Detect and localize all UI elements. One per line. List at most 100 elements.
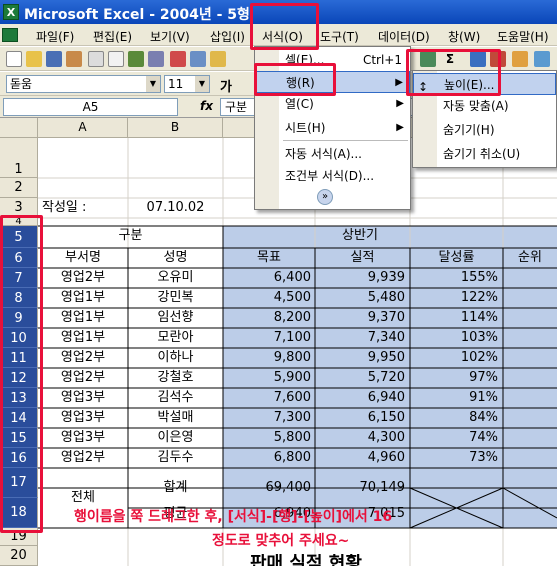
paste-icon[interactable] — [210, 51, 226, 67]
cell-dept[interactable]: 영업3부 — [38, 388, 128, 408]
cell-name[interactable]: 임선향 — [128, 308, 223, 328]
cell-name[interactable]: 강철호 — [128, 368, 223, 388]
spelling-icon[interactable] — [128, 51, 144, 67]
cell-actual[interactable]: 4,300 — [315, 428, 405, 448]
cell-actual[interactable]: 5,480 — [315, 288, 405, 308]
cell-dept[interactable]: 영업1부 — [38, 308, 128, 328]
cell-target[interactable]: 5,800 — [223, 428, 311, 448]
permission-icon[interactable] — [66, 51, 82, 67]
header-rank[interactable]: 순위 — [503, 248, 557, 268]
menu-excel-icon[interactable] — [2, 28, 18, 42]
menu-item-conditional[interactable]: 조건부 서식(D)... — [255, 165, 410, 187]
header-rate[interactable]: 달성률 — [410, 248, 503, 268]
copy-icon[interactable] — [190, 51, 206, 67]
header-actual[interactable]: 실적 — [315, 248, 410, 268]
cell-dept[interactable]: 영업2부 — [38, 368, 128, 388]
menu-window[interactable]: 창(W) — [448, 28, 480, 45]
menu-item-column[interactable]: 열(C) ▶ — [255, 93, 410, 115]
save-icon[interactable] — [46, 51, 62, 67]
name-box[interactable]: A5 — [3, 98, 178, 116]
cell-actual[interactable]: 9,370 — [315, 308, 405, 328]
menu-data[interactable]: 데이터(D) — [378, 28, 430, 45]
cell-actual[interactable]: 4,960 — [315, 448, 405, 468]
new-icon[interactable] — [6, 51, 22, 67]
cell-target[interactable]: 9,800 — [223, 348, 311, 368]
cell-c5-merged[interactable]: 상반기 — [223, 226, 557, 246]
font-name-combo[interactable]: 돋움 ▼ — [6, 75, 161, 93]
cell-target[interactable]: 5,900 — [223, 368, 311, 388]
cell-dept[interactable]: 영업1부 — [38, 288, 128, 308]
cell-target[interactable]: 4,500 — [223, 288, 311, 308]
menu-tools[interactable]: 도구(T) — [320, 28, 359, 45]
cell-row20-title[interactable]: 판매 실적 현황 — [250, 554, 470, 566]
cell-rate[interactable]: 84% — [410, 408, 498, 428]
menu-file[interactable]: 파일(F) — [36, 28, 74, 45]
open-icon[interactable] — [26, 51, 42, 67]
menu-edit[interactable]: 편집(E) — [93, 28, 132, 45]
menu-item-sheet[interactable]: 시트(H) ▶ — [255, 117, 410, 139]
cell-b3[interactable]: 07.10.02 — [128, 198, 223, 218]
cell-rate[interactable]: 122% — [410, 288, 498, 308]
menu-item-autoformat[interactable]: 자동 서식(A)... — [255, 143, 410, 165]
cell-actual[interactable]: 6,150 — [315, 408, 405, 428]
cell-dept[interactable]: 영업1부 — [38, 328, 128, 348]
menu-help[interactable]: 도움말(H) — [497, 28, 549, 45]
fx-icon[interactable]: fx — [200, 99, 213, 113]
cell-sum-label[interactable]: 합계 — [128, 478, 223, 498]
cell-name[interactable]: 박설매 — [128, 408, 223, 428]
menu-insert[interactable]: 삽입(I) — [210, 28, 245, 45]
cut-icon[interactable] — [170, 51, 186, 67]
row-header-1[interactable]: 1 — [0, 138, 38, 178]
cell-dept[interactable]: 영업3부 — [38, 408, 128, 428]
cell-name[interactable]: 김석수 — [128, 388, 223, 408]
cell-sum-target[interactable]: 69,400 — [223, 478, 312, 498]
cell-dept[interactable]: 영업3부 — [38, 428, 128, 448]
cell-target[interactable]: 8,200 — [223, 308, 311, 328]
cell-target[interactable]: 6,800 — [223, 448, 311, 468]
drawing-icon[interactable] — [534, 51, 550, 67]
cell-rate[interactable]: 91% — [410, 388, 498, 408]
cell-target[interactable]: 7,100 — [223, 328, 311, 348]
cell-target[interactable]: 7,600 — [223, 388, 311, 408]
font-size-combo[interactable]: 11 ▼ — [164, 75, 210, 93]
cell-target[interactable]: 7,300 — [223, 408, 311, 428]
chevron-down-icon[interactable]: ▼ — [195, 76, 209, 92]
chevron-down-icon[interactable]: ▼ — [146, 76, 160, 92]
cell-name[interactable]: 강민복 — [128, 288, 223, 308]
cell-name[interactable]: 모란아 — [128, 328, 223, 348]
submenu-item-autofit[interactable]: 자동 맞춤(A) — [413, 95, 556, 117]
cell-actual[interactable]: 9,939 — [315, 268, 405, 288]
cell-a3[interactable]: 작성일 : — [42, 198, 128, 218]
cell-rate[interactable]: 97% — [410, 368, 498, 388]
cell-actual[interactable]: 6,940 — [315, 388, 405, 408]
chart-wizard-icon[interactable] — [512, 51, 528, 67]
row-header-2[interactable]: 2 — [0, 178, 38, 198]
print-icon[interactable] — [88, 51, 104, 67]
submenu-item-unhide[interactable]: 숨기기 취소(U) — [413, 143, 556, 165]
cell-actual[interactable]: 7,340 — [315, 328, 405, 348]
cell-dept[interactable]: 영업2부 — [38, 448, 128, 468]
header-name[interactable]: 성명 — [128, 248, 223, 268]
cell-rate[interactable]: 73% — [410, 448, 498, 468]
cell-rate[interactable]: 155% — [410, 268, 498, 288]
cell-name[interactable]: 이은영 — [128, 428, 223, 448]
cell-name[interactable]: 김두수 — [128, 448, 223, 468]
cell-name[interactable]: 오유미 — [128, 268, 223, 288]
submenu-item-hide[interactable]: 숨기기(H) — [413, 119, 556, 141]
cell-dept[interactable]: 영업2부 — [38, 268, 128, 288]
row-header-20[interactable]: 20 — [0, 546, 38, 566]
cell-actual[interactable]: 9,950 — [315, 348, 405, 368]
expand-menu-icon[interactable]: » — [317, 189, 333, 205]
cell-a5-merged[interactable]: 구분 — [38, 226, 223, 246]
menu-view[interactable]: 보기(V) — [150, 28, 190, 45]
bold-button[interactable]: 가 — [220, 76, 232, 95]
cell-rate[interactable]: 114% — [410, 308, 498, 328]
cell-name[interactable]: 이하나 — [128, 348, 223, 368]
research-icon[interactable] — [148, 51, 164, 67]
cell-rate[interactable]: 74% — [410, 428, 498, 448]
header-dept[interactable]: 부서명 — [38, 248, 128, 268]
cell-sum-actual[interactable]: 70,149 — [315, 478, 406, 498]
print-preview-icon[interactable] — [108, 51, 124, 67]
cell-actual[interactable]: 5,720 — [315, 368, 405, 388]
cell-rate[interactable]: 103% — [410, 328, 498, 348]
